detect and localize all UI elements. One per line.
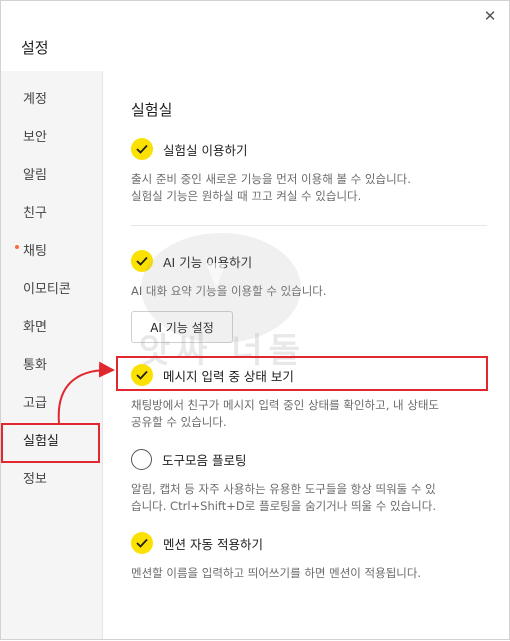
checkbox-checked-icon[interactable] <box>131 532 153 554</box>
checkbox-checked-icon[interactable] <box>131 138 153 160</box>
option-description: 채팅방에서 친구가 메시지 입력 중인 상태를 확인하고, 내 상태도 공유할 … <box>131 398 439 429</box>
sidebar-item-lab[interactable]: 실험실 <box>1 423 102 461</box>
sidebar-item-notifications[interactable]: 알림 <box>1 157 102 195</box>
sidebar-item-label: 계정 <box>23 92 47 107</box>
settings-window: ✕ 설정 계정 보안 알림 친구 채팅 이모티콘 화면 통화 고급 실험실 정보… <box>0 0 510 640</box>
sidebar-item-security[interactable]: 보안 <box>1 119 102 157</box>
sidebar-item-calls[interactable]: 통화 <box>1 347 102 385</box>
sidebar-item-advanced[interactable]: 고급 <box>1 385 102 423</box>
sidebar-item-label: 채팅 <box>23 244 47 259</box>
sidebar: 계정 보안 알림 친구 채팅 이모티콘 화면 통화 고급 실험실 정보 <box>1 71 103 639</box>
option-description: 출시 준비 중인 새로운 기능을 먼저 이용해 볼 수 있습니다. 실험실 기능… <box>131 172 411 203</box>
option-auto-mention: 멘션 자동 적용하기 <box>131 529 263 557</box>
sidebar-item-label: 보안 <box>23 130 47 145</box>
option-label: 실험실 이용하기 <box>163 142 248 158</box>
new-badge-dot <box>15 245 19 249</box>
option-description: 알림, 캡처 등 자주 사용하는 유용한 도구들을 항상 띄워둘 수 있 습니다… <box>131 482 436 513</box>
option-label: 도구모음 플로팅 <box>162 452 247 468</box>
sidebar-item-friends[interactable]: 친구 <box>1 195 102 233</box>
sidebar-item-label: 정보 <box>23 472 47 487</box>
sidebar-item-label: 알림 <box>23 168 47 183</box>
sidebar-item-label: 실험실 <box>23 434 59 449</box>
sidebar-item-label: 통화 <box>23 358 47 373</box>
sidebar-item-label: 화면 <box>23 320 47 335</box>
option-description: 멘션할 이름을 입력하고 띄어쓰기를 하면 멘션이 적용됩니다. <box>131 566 422 580</box>
option-ai-enable: AI 기능 이용하기 <box>131 247 252 275</box>
sidebar-item-label: 고급 <box>23 396 47 411</box>
option-typing-status: 메시지 입력 중 상태 보기 <box>131 361 294 389</box>
option-description: AI 대화 요약 기능을 이용할 수 있습니다. <box>131 284 327 298</box>
checkbox-unchecked-icon[interactable] <box>131 448 152 470</box>
sidebar-item-chat[interactable]: 채팅 <box>1 233 102 271</box>
checkbox-checked-icon[interactable] <box>131 250 153 272</box>
lab-settings-panel: 실험실 실험실 이용하기 출시 준비 중인 새로운 기능을 먼저 이용해 볼 수… <box>103 71 509 639</box>
sidebar-item-info[interactable]: 정보 <box>1 461 102 499</box>
sidebar-item-display[interactable]: 화면 <box>1 309 102 347</box>
option-label: 메시지 입력 중 상태 보기 <box>163 368 294 384</box>
option-label: 멘션 자동 적용하기 <box>163 536 263 552</box>
window-title: 설정 <box>21 39 49 57</box>
close-icon[interactable]: ✕ <box>479 5 501 27</box>
ai-settings-button[interactable]: AI 기능 설정 <box>131 311 233 343</box>
sidebar-item-label: 이모티콘 <box>23 282 71 297</box>
sidebar-item-emoticons[interactable]: 이모티콘 <box>1 271 102 309</box>
option-toolbar-floating: 도구모음 플로팅 <box>131 445 246 473</box>
divider <box>131 225 487 226</box>
sidebar-item-account[interactable]: 계정 <box>1 81 102 119</box>
option-label: AI 기능 이용하기 <box>163 254 253 270</box>
sidebar-item-label: 친구 <box>23 206 47 221</box>
checkbox-checked-icon[interactable] <box>131 364 153 386</box>
option-lab-enable: 실험실 이용하기 <box>131 135 247 163</box>
section-title: 실험실 <box>131 101 173 119</box>
